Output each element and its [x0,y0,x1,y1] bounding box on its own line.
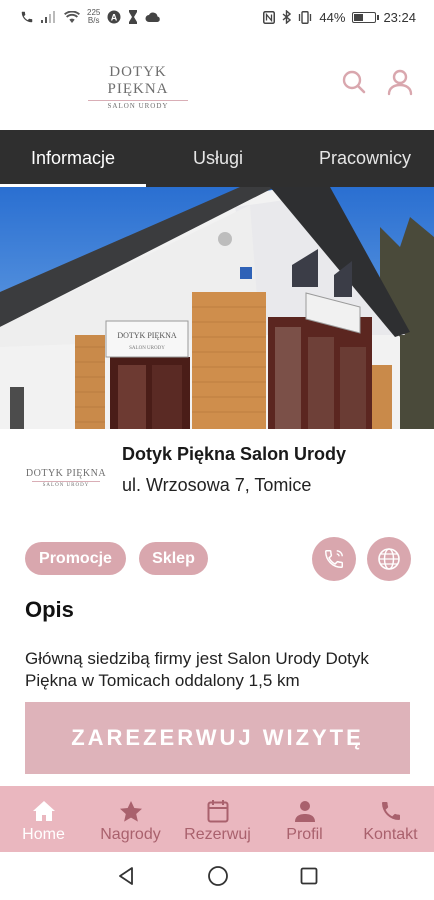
status-left: 225 B/s A [20,9,161,25]
salon-name: Dotyk Piękna Salon Urody [122,444,347,464]
promotions-button[interactable]: Promocje [25,542,126,575]
star-icon [119,800,142,822]
clock: 23:24 [383,9,416,25]
nav-contact[interactable]: Kontakt [347,786,434,852]
tab-bar: Informacje Usługi Pracownicy [0,130,434,187]
person-icon [294,801,315,822]
salon-logo: DOTYK PIĘKNA SALON URODY [24,468,108,488]
bluetooth-icon [282,10,292,24]
nav-home[interactable]: Home [0,786,87,852]
salon-address: ul. Wrzosowa 7, Tomice [122,475,312,495]
salon-building-illustration: DOTYK PIĘKNA SALON URODY [0,187,434,429]
salon-logo-main: DOTYK PIĘKNA [25,468,107,479]
shop-button[interactable]: Sklep [139,542,208,575]
logo-main-text: DOTYK PIĘKNA [107,64,169,97]
search-icon[interactable] [340,68,368,96]
hero-sign-sub: SALON URODY [129,346,165,351]
book-visit-button[interactable]: ZAREZERWUJ WIZYTĘ [25,702,410,774]
recents-icon[interactable] [300,867,318,885]
logo-sub-text: SALON URODY [107,102,169,110]
salon-photo: DOTYK PIĘKNA SALON URODY [0,187,434,429]
app-header: DOTYK PIĘKNA SALON URODY [0,34,434,130]
tab-pracownicy[interactable]: Pracownicy [296,130,434,187]
nav-rewards[interactable]: Nagrody [87,786,174,852]
nav-profile[interactable]: Profil [261,786,348,852]
battery-icon [352,11,380,23]
net-speed-unit: B/s [87,16,100,25]
battery-percent: 44% [319,9,346,25]
nav-contact-label: Kontakt [363,826,418,843]
globe-icon [378,548,400,570]
notification-a-icon: A [107,10,121,24]
phone-icon [325,550,343,568]
system-nav-bar [0,852,434,900]
bottom-nav: Home Nagrody Rezerwuj Profil Kontakt [0,786,434,852]
nfc-icon [263,10,276,24]
tab-informacje[interactable]: Informacje [0,130,146,187]
hourglass-icon [129,10,138,24]
description-title: Opis [25,597,74,622]
battery-fill [354,13,363,21]
phone-icon [381,802,400,820]
call-icon [21,11,33,23]
status-right: 44% 23:24 [263,10,416,25]
nav-book-label: Rezerwuj [184,826,251,843]
hero-sign-main: DOTYK PIĘKNA [117,331,177,340]
description-text: Główną siedzibą firmy jest Salon Urody D… [25,649,369,690]
home-icon [32,801,55,821]
logo-divider [88,100,188,101]
calendar-icon [207,800,228,823]
nav-home-label: Home [22,826,65,843]
call-button[interactable] [312,537,356,581]
home-circle-icon[interactable] [207,865,229,887]
tab-uslugi[interactable]: Usługi [160,130,276,187]
salon-logo-divider [32,481,100,482]
salon-logo-sub: SALON URODY [42,483,90,488]
nav-rewards-label: Nagrody [100,826,161,843]
signal-icon [41,11,55,23]
app-logo[interactable]: DOTYK PIĘKNA SALON URODY [80,64,196,110]
wifi-icon [64,11,80,23]
cloud-icon [145,12,161,22]
user-icon[interactable] [386,68,414,96]
svg-text:A: A [111,13,118,23]
vibrate-icon [299,10,312,24]
nav-profile-label: Profil [286,826,323,843]
nav-book[interactable]: Rezerwuj [174,786,261,852]
website-button[interactable] [367,537,411,581]
back-icon[interactable] [116,866,136,886]
status-bar: 225 B/s A 44% 23:24 [0,0,434,34]
net-speed: 225 B/s [87,9,100,25]
